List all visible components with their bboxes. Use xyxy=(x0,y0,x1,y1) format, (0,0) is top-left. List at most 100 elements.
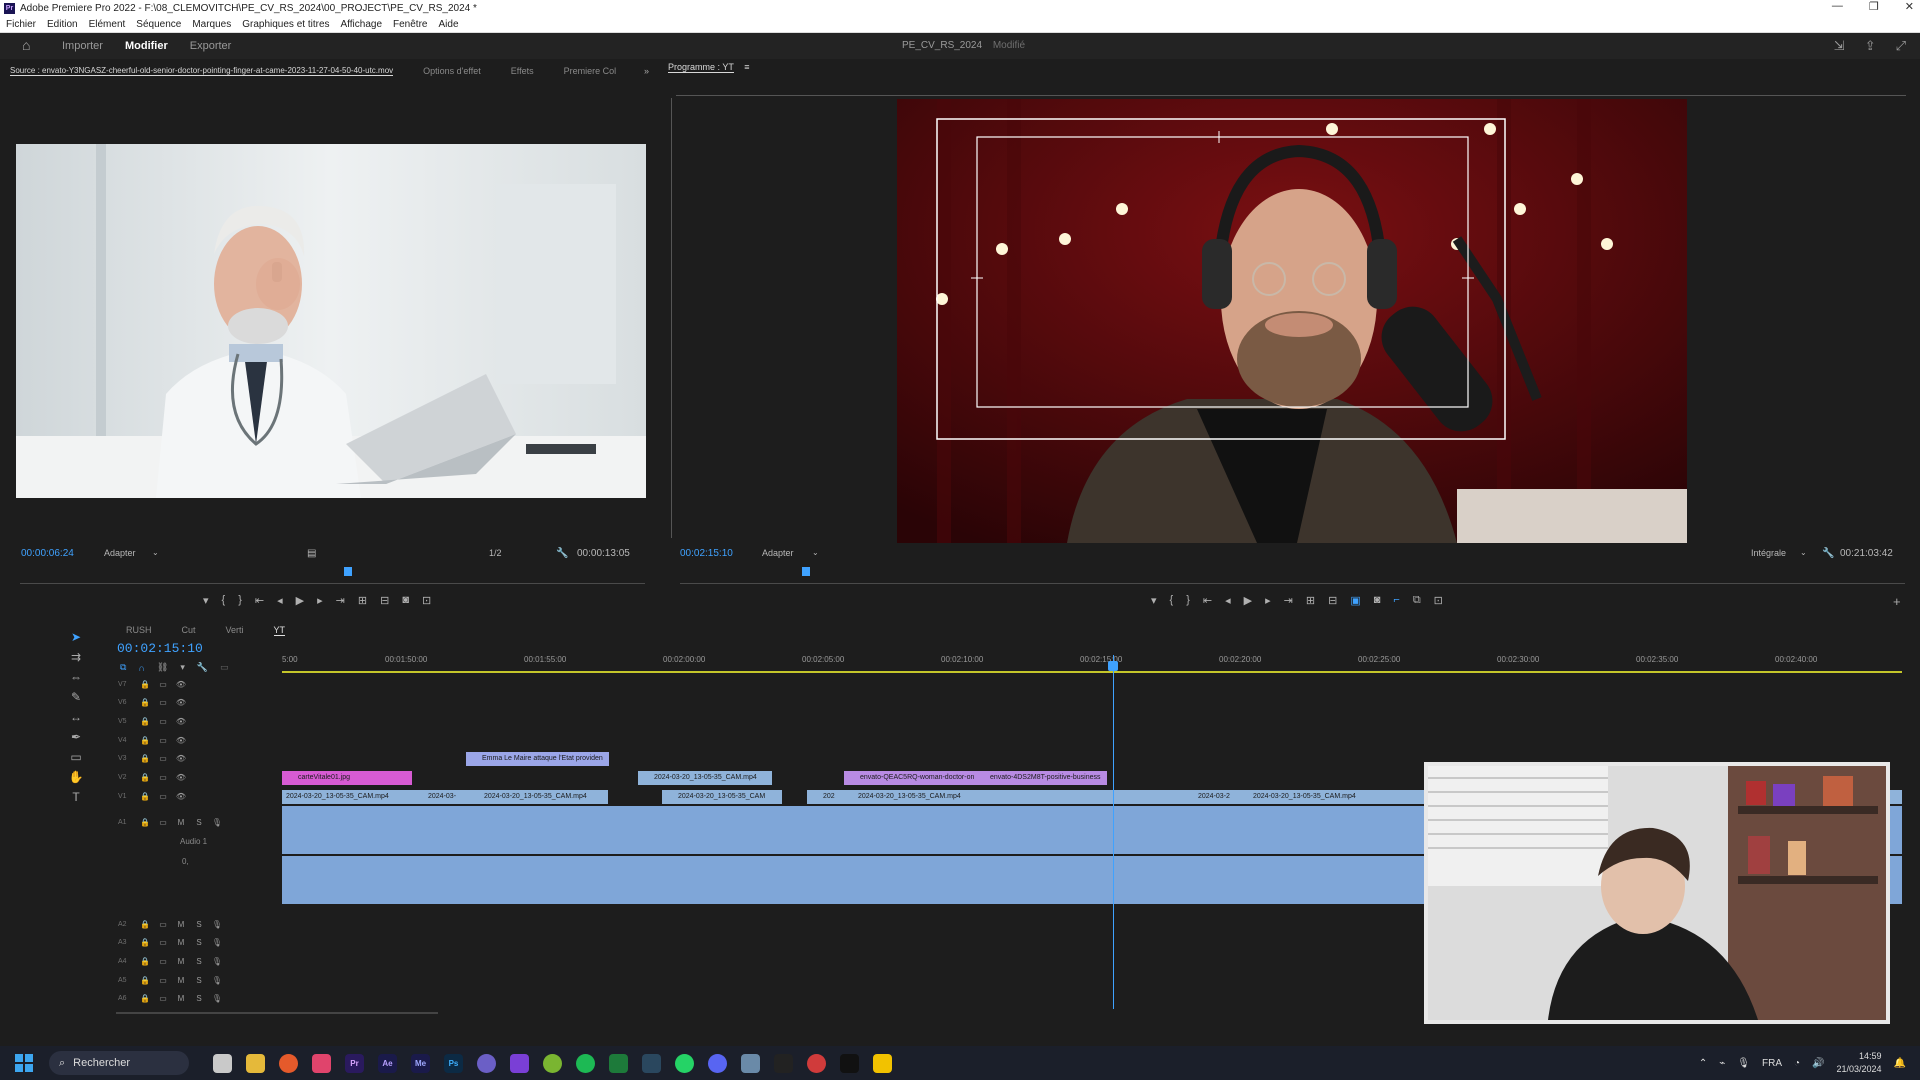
audio-track-header[interactable]: A1 🔒 ▭ M S 🎙 xyxy=(110,813,280,831)
lock-icon[interactable]: 🔒 xyxy=(138,736,152,745)
taskbar-search[interactable]: ⌕ Rechercher xyxy=(49,1051,189,1075)
sync-icon[interactable]: ▭ xyxy=(156,736,170,745)
sticky-notes-icon[interactable] xyxy=(873,1053,892,1073)
maximize-button[interactable]: ❐ xyxy=(1869,0,1879,13)
slip-icon[interactable]: ↔ xyxy=(68,710,84,726)
microphone-icon[interactable]: 🎙 xyxy=(1737,1058,1750,1069)
language-indicator[interactable]: FRA xyxy=(1762,1058,1782,1069)
lock-icon[interactable]: 🔒 xyxy=(138,754,152,763)
step-back-icon[interactable]: ◂ xyxy=(1225,594,1231,607)
playhead-handle[interactable] xyxy=(1108,661,1118,671)
extract-icon[interactable]: ⊟ xyxy=(1328,594,1337,607)
video-track-header[interactable]: V6 🔒 ▭ 👁 xyxy=(110,694,280,712)
razor-icon[interactable]: ✎ xyxy=(68,690,84,706)
lift-icon[interactable]: ⊞ xyxy=(1306,594,1315,607)
chevron-down-icon[interactable]: ⌄ xyxy=(152,548,159,557)
close-button[interactable]: ✕ xyxy=(1905,0,1914,13)
chevron-up-icon[interactable]: ⌃ xyxy=(1699,1058,1707,1069)
audio-track-header[interactable]: A2 🔒 ▭ M S 🎙 xyxy=(110,915,280,933)
eye-icon[interactable]: 👁 xyxy=(174,698,188,707)
lock-icon[interactable]: 🔒 xyxy=(138,994,152,1003)
settings-icon[interactable]: ▤ xyxy=(307,548,316,559)
mark-out-icon[interactable]: } xyxy=(238,594,242,607)
sync-icon[interactable]: ▭ xyxy=(156,818,170,827)
app-icon[interactable] xyxy=(510,1053,529,1073)
firefox-icon[interactable] xyxy=(279,1053,298,1073)
microphone-icon[interactable]: 🎙 xyxy=(210,957,224,966)
tab-verti[interactable]: Verti xyxy=(226,625,244,636)
sync-icon[interactable]: ▭ xyxy=(156,920,170,929)
track-select-icon[interactable]: ⇉ xyxy=(68,650,84,666)
eye-icon[interactable]: 👁 xyxy=(174,736,188,745)
sync-icon[interactable]: ▭ xyxy=(156,938,170,947)
solo-icon[interactable]: S xyxy=(192,957,206,966)
clip-v1-g[interactable]: 2024-03-2 xyxy=(1182,790,1237,804)
audio-track-header[interactable]: A6 🔒 ▭ M S 🎙 xyxy=(110,990,280,1008)
volume-icon[interactable]: 🔊 xyxy=(1812,1058,1824,1069)
mark-in-icon[interactable]: { xyxy=(1170,594,1174,607)
eye-icon[interactable]: 👁 xyxy=(174,773,188,782)
menu-marques[interactable]: Marques xyxy=(192,19,231,30)
audio-track-header[interactable]: A5 🔒 ▭ M S 🎙 xyxy=(110,971,280,989)
lock-icon[interactable]: 🔒 xyxy=(138,957,152,966)
tab-modifier[interactable]: Modifier xyxy=(125,40,168,52)
photoshop-icon[interactable]: Ps xyxy=(444,1053,463,1073)
sync-icon[interactable]: ▭ xyxy=(156,754,170,763)
solo-icon[interactable]: S xyxy=(192,818,206,827)
go-to-out-icon[interactable]: ⇥ xyxy=(336,594,345,607)
safe-margins-icon[interactable]: ▣ xyxy=(1350,594,1360,607)
clip-v1-e[interactable]: 202 xyxy=(807,790,842,804)
play-icon[interactable]: ▶ xyxy=(296,594,304,607)
clip-v2-cartevitale[interactable]: carteVitale01.jpg xyxy=(282,771,412,785)
program-playhead[interactable] xyxy=(802,567,810,576)
tab-source[interactable]: Source : envato-Y3NGASZ-cheerful-old-sen… xyxy=(10,66,394,76)
timeline-playhead[interactable] xyxy=(1113,655,1114,1009)
source-timecode[interactable]: 00:00:06:24 xyxy=(21,548,74,559)
video-track-header[interactable]: V5 🔒 ▭ 👁 xyxy=(110,712,280,730)
button-editor-icon[interactable]: ⊡ xyxy=(422,594,431,607)
chevron-down-icon[interactable]: ⌄ xyxy=(1800,548,1807,557)
proxy-icon[interactable]: ⌐ xyxy=(1393,594,1399,607)
panel-menu-icon[interactable]: ≡ xyxy=(744,62,749,72)
premiere-icon[interactable]: Pr xyxy=(345,1053,364,1073)
tab-importer[interactable]: Importer xyxy=(62,40,103,52)
clip-v1-d[interactable]: 2024-03-20_13-05-35_CAM xyxy=(662,790,782,804)
clip-v1-b[interactable]: 2024-03- xyxy=(412,790,468,804)
tab-yt[interactable]: YT xyxy=(273,625,286,636)
tab-premiere-color[interactable]: Premiere Col xyxy=(564,66,617,76)
marker-icon[interactable]: ▾ xyxy=(1151,594,1157,607)
file-explorer-icon[interactable] xyxy=(246,1053,265,1073)
eye-icon[interactable]: 👁 xyxy=(174,792,188,801)
sync-icon[interactable]: ▭ xyxy=(156,680,170,689)
source-fit-select[interactable]: Adapter xyxy=(104,548,136,558)
menu-sequence[interactable]: Séquence xyxy=(136,19,181,30)
program-scrubber[interactable] xyxy=(680,583,1905,584)
source-scrubber[interactable] xyxy=(20,583,645,584)
chevron-down-icon[interactable]: ⌄ xyxy=(812,548,819,557)
mute-icon[interactable]: M xyxy=(174,920,188,929)
video-track-header[interactable]: V3 🔒 ▭ 👁 xyxy=(110,750,280,768)
panel-overflow-icon[interactable]: » xyxy=(644,66,649,76)
mark-in-icon[interactable]: { xyxy=(222,594,226,607)
go-to-in-icon[interactable]: ⇤ xyxy=(1203,594,1212,607)
timeline-timecode[interactable]: 00:02:15:10 xyxy=(117,641,203,656)
play-icon[interactable]: ▶ xyxy=(1244,594,1252,607)
ripple-edit-icon[interactable]: ⇔ xyxy=(68,670,84,686)
tab-cut[interactable]: Cut xyxy=(182,625,196,636)
menu-affichage[interactable]: Affichage xyxy=(341,19,383,30)
sync-icon[interactable]: ▭ xyxy=(156,717,170,726)
clip-v2-business[interactable]: envato-4DS2M8T-positive-business xyxy=(974,771,1107,785)
chrome-icon[interactable] xyxy=(807,1053,826,1073)
menu-fenetre[interactable]: Fenêtre xyxy=(393,19,427,30)
notification-icon[interactable]: 🔔 xyxy=(1894,1058,1906,1069)
video-track-header[interactable]: V2 🔒 ▭ 👁 xyxy=(110,769,280,787)
audio-track-header[interactable]: A3 🔒 ▭ M S 🎙 xyxy=(110,934,280,952)
mute-icon[interactable]: M xyxy=(174,957,188,966)
type-icon[interactable]: T xyxy=(68,790,84,806)
media-encoder-icon[interactable]: Me xyxy=(411,1053,430,1073)
step-forward-icon[interactable]: ▸ xyxy=(317,594,323,607)
windows-start-icon[interactable] xyxy=(15,1054,33,1072)
comparison-icon[interactable]: ⧉ xyxy=(1413,594,1421,607)
sync-icon[interactable]: ▭ xyxy=(156,976,170,985)
overwrite-icon[interactable]: ⊟ xyxy=(380,594,389,607)
